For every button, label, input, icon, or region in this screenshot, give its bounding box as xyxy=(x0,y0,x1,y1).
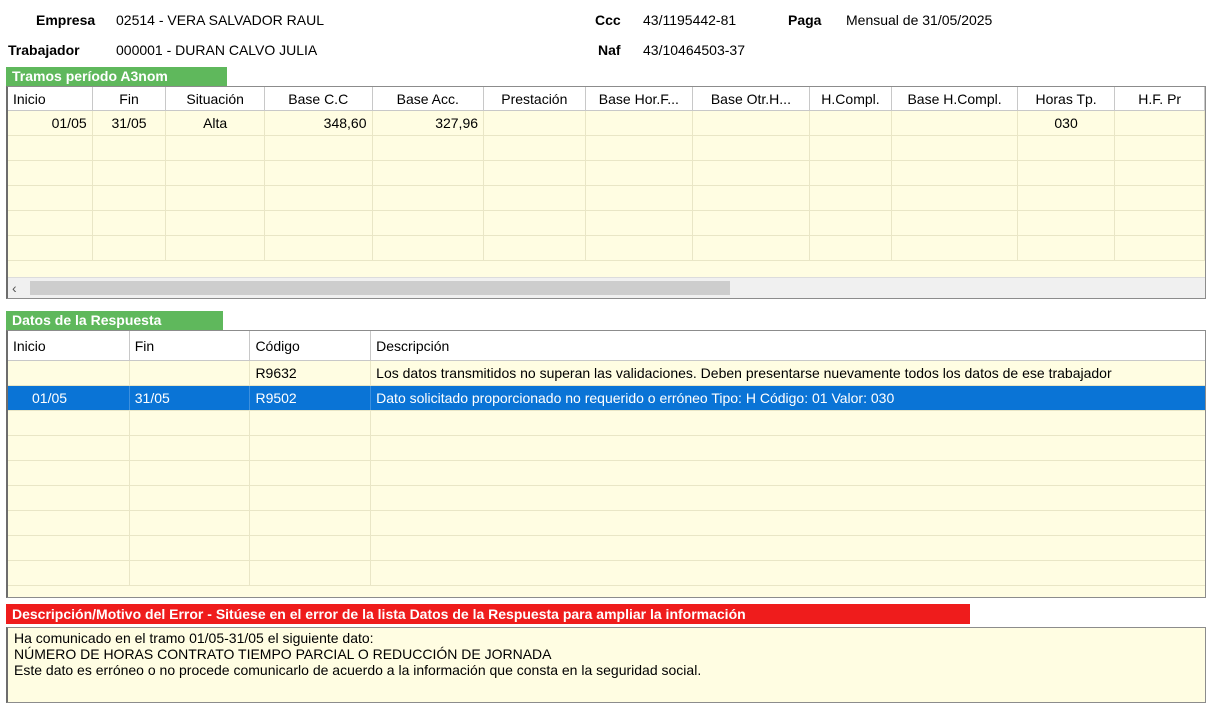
naf-label: Naf xyxy=(598,42,621,58)
cell-base-cc: 348,60 xyxy=(265,111,373,135)
column-header-base-otr-h[interactable]: Base Otr.H... xyxy=(693,87,810,110)
table-row-empty xyxy=(8,536,1205,561)
ccc-value: 43/1195442-81 xyxy=(643,12,737,28)
cell-fin: 31/05 xyxy=(130,386,251,410)
column-header-fin[interactable]: Fin xyxy=(130,331,251,360)
column-header-situacion[interactable]: Situación xyxy=(166,87,265,110)
trabajador-label: Trabajador xyxy=(8,42,80,58)
scrollbar-thumb[interactable] xyxy=(30,281,730,295)
table-row-empty xyxy=(8,411,1205,436)
cell-codigo: R9502 xyxy=(250,386,372,410)
cell-base-h-compl xyxy=(892,111,1018,135)
cell-codigo: R9632 xyxy=(250,361,372,385)
error-line-1: Ha comunicado en el tramo 01/05-31/05 el… xyxy=(14,630,374,646)
cell-inicio: 01/05 xyxy=(8,386,130,410)
empresa-value: 02514 - VERA SALVADOR RAUL xyxy=(116,12,325,28)
table-row-empty xyxy=(8,436,1205,461)
table-row-empty xyxy=(8,486,1205,511)
horizontal-scrollbar[interactable]: ‹ xyxy=(8,277,1205,298)
respuesta-grid[interactable]: Inicio Fin Código Descripción R9632 Los … xyxy=(6,330,1206,598)
cell-h-compl xyxy=(810,111,893,135)
error-line-2: NÚMERO DE HORAS CONTRATO TIEMPO PARCIAL … xyxy=(14,646,552,662)
cell-inicio: 01/05 xyxy=(8,111,93,135)
table-row-empty xyxy=(8,461,1205,486)
column-header-base-cc[interactable]: Base C.C xyxy=(265,87,373,110)
cell-descripcion: Los datos transmitidos no superan las va… xyxy=(376,365,1112,381)
cell-fin xyxy=(130,361,251,385)
column-header-hf-pr[interactable]: H.F. Pr xyxy=(1115,87,1205,110)
cell-base-otr-h xyxy=(693,111,810,135)
paga-value: Mensual de 31/05/2025 xyxy=(846,12,993,28)
column-header-prestacion[interactable]: Prestación xyxy=(484,87,586,110)
table-row-empty xyxy=(8,211,1205,236)
column-header-fin[interactable]: Fin xyxy=(93,87,167,110)
table-row[interactable]: 01/05 31/05 Alta 348,60 327,96 030 xyxy=(8,111,1205,136)
column-header-horas-tp[interactable]: Horas Tp. xyxy=(1018,87,1116,110)
tab-tramos[interactable]: Tramos período A3nom xyxy=(6,67,227,86)
empresa-label: Empresa xyxy=(36,12,96,28)
column-header-base-hor-f[interactable]: Base Hor.F... xyxy=(586,87,694,110)
table-row-empty xyxy=(8,511,1205,536)
tab-datos-respuesta[interactable]: Datos de la Respuesta xyxy=(6,311,223,330)
cell-situacion: Alta xyxy=(166,111,265,135)
cell-inicio xyxy=(8,361,130,385)
error-line-3: Este dato es erróneo o no procede comuni… xyxy=(14,662,702,678)
table-row-empty xyxy=(8,236,1205,261)
ccc-label: Ccc xyxy=(595,12,621,28)
cell-horas-tp: 030 xyxy=(1018,111,1116,135)
chevron-left-icon[interactable]: ‹ xyxy=(12,278,17,298)
column-header-codigo[interactable]: Código xyxy=(250,331,372,360)
column-header-base-acc[interactable]: Base Acc. xyxy=(373,87,485,110)
cell-hf-pr xyxy=(1115,111,1205,135)
naf-value: 43/10464503-37 xyxy=(643,42,745,58)
paga-label: Paga xyxy=(788,12,822,28)
table-row-empty xyxy=(8,161,1205,186)
table-row-empty xyxy=(8,136,1205,161)
column-header-h-compl[interactable]: H.Compl. xyxy=(810,87,893,110)
cell-base-hor-f xyxy=(586,111,694,135)
column-header-descripcion[interactable]: Descripción xyxy=(371,331,1205,360)
error-description-box: Ha comunicado en el tramo 01/05-31/05 el… xyxy=(6,627,1206,703)
cell-prestacion xyxy=(484,111,586,135)
column-header-base-h-compl[interactable]: Base H.Compl. xyxy=(892,87,1018,110)
table-row-empty xyxy=(8,186,1205,211)
cell-fin: 31/05 xyxy=(93,111,167,135)
tramos-grid-header: Inicio Fin Situación Base C.C Base Acc. … xyxy=(8,87,1205,111)
table-row[interactable]: R9632 Los datos transmitidos no superan … xyxy=(8,361,1205,386)
cell-base-acc: 327,96 xyxy=(373,111,485,135)
respuesta-grid-header: Inicio Fin Código Descripción xyxy=(8,331,1205,361)
table-row-empty xyxy=(8,561,1205,586)
tab-descripcion-error: Descripción/Motivo del Error - Sitúese e… xyxy=(6,604,970,624)
table-row-selected[interactable]: 01/05 31/05 R9502 Dato solicitado propor… xyxy=(8,386,1205,411)
tramos-grid[interactable]: Inicio Fin Situación Base C.C Base Acc. … xyxy=(6,86,1206,299)
column-header-inicio[interactable]: Inicio xyxy=(8,87,93,110)
cell-descripcion: Dato solicitado proporcionado no requeri… xyxy=(376,390,895,406)
column-header-inicio[interactable]: Inicio xyxy=(8,331,130,360)
trabajador-value: 000001 - DURAN CALVO JULIA xyxy=(116,42,318,58)
